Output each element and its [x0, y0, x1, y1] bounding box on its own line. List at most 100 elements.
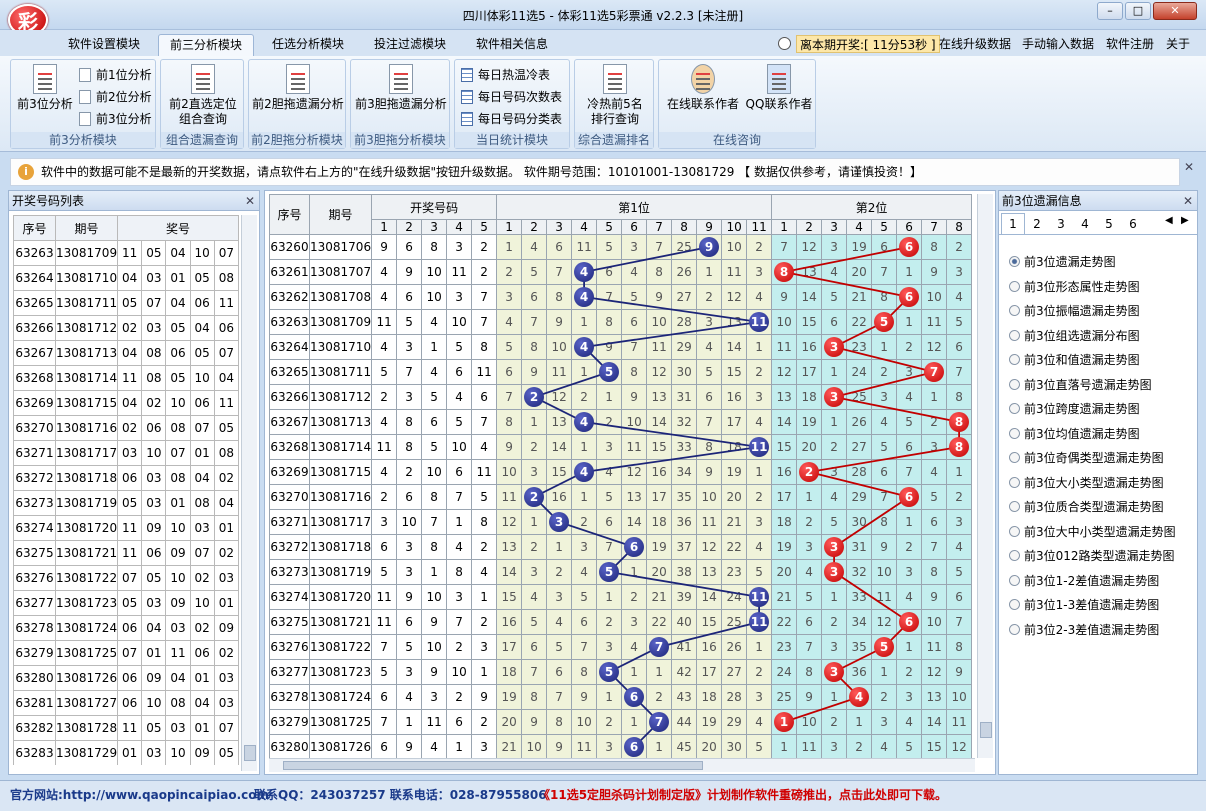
tab-software-info[interactable]: 软件相关信息 — [466, 34, 558, 56]
table-row[interactable]: 63265 13081711 05 07 04 06 11 — [13, 290, 239, 316]
pos2-omission-cell: 3 — [821, 459, 848, 485]
tab-software-settings[interactable]: 软件设置模块 — [58, 34, 150, 56]
table-row[interactable]: 63272 13081718 06 03 08 04 02 — [13, 465, 239, 491]
chart-row[interactable]: 63274 13081720 11 9 10 3 1 15 4 3 5 1 2 21 39 14 24 11 21 5… — [269, 584, 973, 610]
chart-option-radio[interactable]: 前3位组选遗漏分布图 — [1009, 327, 1140, 344]
chart-option-radio[interactable]: 前3位质合类型遗漏走势图 — [1009, 498, 1164, 515]
promo-link[interactable]: 《11选5定胆杀码计划制定版》计划制作软件重磅推出，点击此处即可下载。 — [538, 784, 947, 806]
draw-list-scrollbar[interactable] — [241, 215, 257, 771]
tab-bet-filter[interactable]: 投注过滤模块 — [364, 34, 456, 56]
daily-count-button[interactable]: 每日号码次数表 — [461, 88, 562, 106]
panel-close-icon[interactable]: ✕ — [245, 191, 255, 211]
table-row[interactable]: 63283 13081729 01 03 10 09 05 — [13, 740, 239, 765]
chart-row[interactable]: 63275 13081721 11 6 9 7 2 16 5 4 6 2 3 22 40 15 25 11 22 6 2… — [269, 609, 973, 635]
panel-close-icon[interactable]: ✕ — [1183, 191, 1193, 211]
position-tab[interactable]: 4 — [1073, 214, 1097, 234]
pos3-analysis-button[interactable]: 前3位分析 — [79, 110, 152, 128]
chart-option-radio[interactable]: 前3位直落号遗漏走势图 — [1009, 376, 1152, 393]
table-row[interactable]: 63280 13081726 06 09 04 01 03 — [13, 665, 239, 691]
top2-dantuo-button[interactable]: 前2胆拖遗漏分析 — [251, 64, 345, 112]
register-link[interactable]: 软件注册 — [1104, 34, 1156, 56]
chart-option-radio[interactable]: 前3位1-3差值遗漏走势图 — [1009, 596, 1159, 613]
chart-horizontal-scrollbar[interactable] — [269, 758, 975, 772]
table-row[interactable]: 63273 13081719 05 03 01 08 04 — [13, 490, 239, 516]
about-link[interactable]: 关于 — [1164, 34, 1192, 56]
table-row[interactable]: 63274 13081720 11 09 10 03 01 — [13, 515, 239, 541]
chart-row[interactable]: 63279 13081725 7 1 11 6 2 20 9 8 10 2 1 7 44 19 29 4 1 10 2 1… — [269, 709, 973, 735]
chart-row[interactable]: 63270 13081716 2 6 8 7 5 11 2 16 1 5 13 17 35 10 20 2 17 1 4… — [269, 484, 973, 510]
table-row[interactable]: 63271 13081717 03 10 07 01 08 — [13, 440, 239, 466]
table-row[interactable]: 63263 13081709 11 05 04 10 07 — [13, 240, 239, 266]
chart-option-radio[interactable]: 前3位和值遗漏走势图 — [1009, 351, 1140, 368]
chart-option-radio[interactable]: 前3位遗漏走势图 — [1009, 253, 1116, 270]
minimize-button[interactable]: – — [1097, 2, 1123, 20]
chart-row[interactable]: 63264 13081710 4 3 1 5 8 5 8 10 4 9 7 11 29 4 14 1 11 16 3 23… — [269, 334, 973, 360]
chart-option-radio[interactable]: 前3位012路类型遗漏走势图 — [1009, 547, 1175, 564]
position-tab[interactable]: 2 — [1025, 214, 1049, 234]
close-button[interactable]: ✕ — [1153, 2, 1197, 20]
table-row[interactable]: 63269 13081715 04 02 10 06 11 — [13, 390, 239, 416]
tab-any-analysis[interactable]: 任选分析模块 — [262, 34, 354, 56]
table-row[interactable]: 63267 13081713 04 08 06 05 07 — [13, 340, 239, 366]
position-tab[interactable]: 1 — [1001, 213, 1025, 235]
chart-row[interactable]: 63271 13081717 3 10 7 1 8 12 1 3 2 6 14 18 36 11 21 3 18 2 5… — [269, 509, 973, 535]
daily-category-button[interactable]: 每日号码分类表 — [461, 110, 562, 128]
chart-row[interactable]: 63266 13081712 2 3 5 4 6 7 2 12 2 1 9 13 31 6 16 3 13 18 3 25… — [269, 384, 973, 410]
hot-cold-rank-button[interactable]: 冷热前5名 排行查询 — [577, 64, 653, 127]
chart-row[interactable]: 63278 13081724 6 4 3 2 9 19 8 7 9 1 6 2 43 18 28 3 25 9 1 4 2 3… — [269, 684, 973, 710]
chart-row[interactable]: 63277 13081723 5 3 9 10 1 18 7 6 8 5 1 1 42 17 27 2 24 8 3 36… — [269, 659, 973, 685]
table-row[interactable]: 63276 13081722 07 05 10 02 03 — [13, 565, 239, 591]
qq-contact-button[interactable]: QQ联系作者 — [743, 64, 815, 112]
chart-option-radio[interactable]: 前3位大小类型遗漏走势图 — [1009, 474, 1164, 491]
chart-row[interactable]: 63268 13081714 11 8 5 10 4 9 2 14 1 3 11 15 33 8 18 11 15 2… — [269, 434, 973, 460]
tab-scroll-right-icon[interactable]: ▶ — [1181, 215, 1189, 226]
tab-top3-analysis[interactable]: 前三分析模块 — [158, 34, 254, 56]
table-row[interactable]: 63279 13081725 07 01 11 06 02 — [13, 640, 239, 666]
table-row[interactable]: 63270 13081716 02 06 08 07 05 — [13, 415, 239, 441]
chart-row[interactable]: 63269 13081715 4 2 10 6 11 10 3 15 4 4 12 16 34 9 19 1 16 2… — [269, 459, 973, 485]
chart-option-radio[interactable]: 前3位振幅遗漏走势图 — [1009, 302, 1140, 319]
chart-row[interactable]: 63276 13081722 7 5 10 2 3 17 6 5 7 3 4 7 41 16 26 1 23 7 3 35… — [269, 634, 973, 660]
chart-row[interactable]: 63261 13081707 4 9 10 11 2 2 5 7 4 6 4 8 26 1 11 3 8 13 4 20 7… — [269, 259, 973, 285]
table-row[interactable]: 63268 13081714 11 08 05 10 04 — [13, 365, 239, 391]
chart-option-radio[interactable]: 前3位奇偶类型遗漏走势图 — [1009, 449, 1164, 466]
chart-row[interactable]: 63262 13081708 4 6 10 3 7 3 6 8 4 7 5 9 27 2 12 4 9 14 5 21 8 6… — [269, 284, 973, 310]
position-tab[interactable]: 6 — [1121, 214, 1145, 234]
manual-input-link[interactable]: 手动输入数据 — [1020, 34, 1096, 56]
maximize-button[interactable]: □ — [1125, 2, 1151, 20]
chart-row[interactable]: 63272 13081718 6 3 8 4 2 13 2 1 3 7 6 19 37 12 22 4 19 3 3 31… — [269, 534, 973, 560]
table-row[interactable]: 63277 13081723 05 03 09 10 01 — [13, 590, 239, 616]
chart-vertical-scrollbar[interactable] — [977, 194, 993, 758]
chart-option-radio[interactable]: 前3位2-3差值遗漏走势图 — [1009, 621, 1159, 638]
table-row[interactable]: 63281 13081727 06 10 08 04 03 — [13, 690, 239, 716]
tab-scroll-left-icon[interactable]: ◀ — [1165, 215, 1173, 226]
top3-dantuo-button[interactable]: 前3胆拖遗漏分析 — [353, 64, 449, 112]
table-row[interactable]: 63278 13081724 06 04 03 02 09 — [13, 615, 239, 641]
table-row[interactable]: 63275 13081721 11 06 09 07 02 — [13, 540, 239, 566]
chart-row[interactable]: 63260 13081706 9 6 8 3 2 1 4 6 11 5 3 7 25 9 10 2 7 12 3 19 6 6… — [269, 234, 973, 260]
table-row[interactable]: 63264 13081710 04 03 01 05 08 — [13, 265, 239, 291]
chart-option-radio[interactable]: 前3位形态属性走势图 — [1009, 278, 1140, 295]
chart-option-radio[interactable]: 前3位跨度遗漏走势图 — [1009, 400, 1140, 417]
position-tab[interactable]: 5 — [1097, 214, 1121, 234]
chart-row[interactable]: 63263 13081709 11 5 4 10 7 4 7 9 1 8 6 10 28 3 13 11 10 15 6… — [269, 309, 973, 335]
chart-option-radio[interactable]: 前3位1-2差值遗漏走势图 — [1009, 572, 1159, 589]
pos2-analysis-button[interactable]: 前2位分析 — [79, 88, 152, 106]
position-tab[interactable]: 3 — [1049, 214, 1073, 234]
contact-author-button[interactable]: 在线联系作者 — [663, 64, 743, 112]
chart-option-radio[interactable]: 前3位均值遗漏走势图 — [1009, 425, 1140, 442]
daily-hot-cold-button[interactable]: 每日热温冷表 — [461, 66, 550, 84]
top2-combo-query-button[interactable]: 前2直选定位 组合查询 — [163, 64, 243, 127]
chart-option-radio[interactable]: 前3位大中小类型遗漏走势图 — [1009, 523, 1176, 540]
chart-row[interactable]: 63265 13081711 5 7 4 6 11 6 9 11 1 5 8 12 30 5 15 2 12 17 1 2… — [269, 359, 973, 385]
info-close-icon[interactable]: ✕ — [1184, 160, 1194, 174]
chart-row[interactable]: 63280 13081726 6 9 4 1 3 21 10 9 11 3 6 1 45 20 30 5 1 11 3 2… — [269, 734, 973, 758]
table-row[interactable]: 63282 13081728 11 05 03 01 07 — [13, 715, 239, 741]
chart-row[interactable]: 63273 13081719 5 3 1 8 4 14 3 2 4 5 1 20 38 13 23 5 20 4 3 32… — [269, 559, 973, 585]
pos1-analysis-button[interactable]: 前1位分析 — [79, 66, 152, 84]
table-row[interactable]: 63266 13081712 02 03 05 04 06 — [13, 315, 239, 341]
top3-position-analysis-button[interactable]: 前3位分析 — [15, 64, 75, 112]
chart-row[interactable]: 63267 13081713 4 8 6 5 7 8 1 13 4 2 10 14 32 7 17 4 14 19 1 2… — [269, 409, 973, 435]
official-website-link[interactable]: 官方网站:http://www.qaopincaipiao.com — [10, 784, 269, 806]
online-update-link[interactable]: 在线升级数据 — [938, 34, 1012, 56]
